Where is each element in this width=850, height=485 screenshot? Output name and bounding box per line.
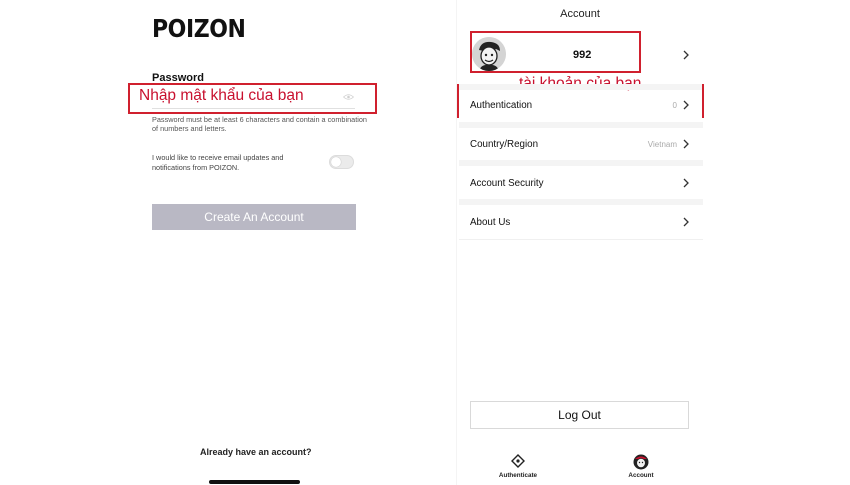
account-annotation-box xyxy=(470,31,641,73)
create-account-button[interactable]: Create An Account xyxy=(152,204,356,230)
email-updates-text: I would like to receive email updates an… xyxy=(152,153,284,172)
log-out-button[interactable]: Log Out xyxy=(470,401,689,429)
tab-label: Authenticate xyxy=(498,472,538,479)
email-updates-toggle[interactable] xyxy=(329,155,354,169)
tab-account[interactable]: Account xyxy=(618,454,664,482)
menu-item-account-security[interactable]: Account Security xyxy=(459,168,703,196)
password-annotation: Nhập mật khẩu của bạn xyxy=(139,87,304,104)
chevron-right-icon xyxy=(683,178,689,188)
menu-item-label: About Us xyxy=(470,217,511,228)
section-separator xyxy=(459,199,703,205)
diamond-tag-icon xyxy=(511,454,525,468)
tab-label: Account xyxy=(628,472,654,479)
menu-item-about-us[interactable]: About Us xyxy=(459,207,703,235)
password-hint: Password must be at least 6 characters a… xyxy=(152,115,367,133)
screen-divider xyxy=(456,0,457,485)
chevron-right-icon xyxy=(683,139,689,149)
menu-item-label: Country/Region xyxy=(470,139,539,150)
page-title: Account xyxy=(560,8,600,20)
toggle-knob xyxy=(331,157,341,167)
authentication-annotation-box xyxy=(457,84,704,118)
chevron-right-icon xyxy=(683,217,689,227)
menu-item-value: Vietnam xyxy=(647,140,677,149)
section-separator xyxy=(459,239,703,240)
chevron-right-icon[interactable] xyxy=(683,50,689,60)
already-have-account-link[interactable]: Already have an account? xyxy=(200,447,312,457)
menu-item-country-region[interactable]: Country/Region Vietnam xyxy=(459,129,703,157)
section-separator xyxy=(459,122,703,128)
home-indicator xyxy=(209,480,300,484)
user-avatar-icon xyxy=(633,454,649,470)
section-separator xyxy=(459,160,703,166)
tab-authenticate[interactable]: Authenticate xyxy=(495,454,541,482)
poizon-logo: POIZON xyxy=(152,14,246,43)
menu-item-label: Account Security xyxy=(470,178,544,189)
